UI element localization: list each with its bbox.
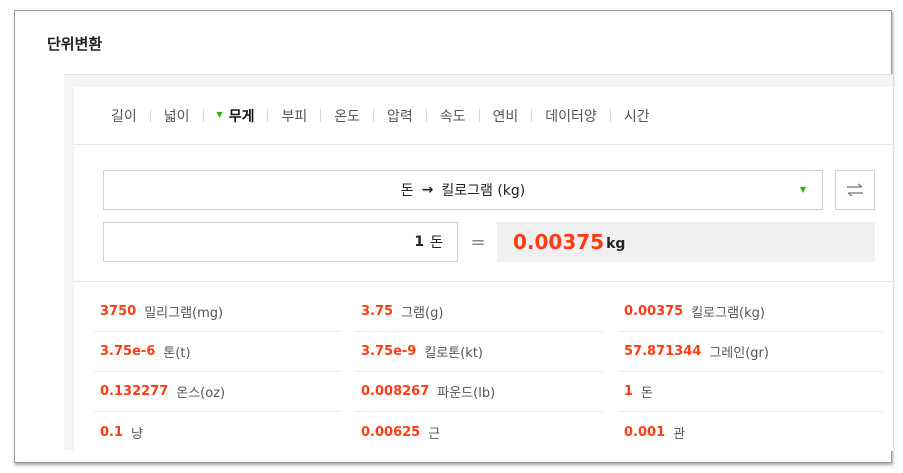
conversion-item: 0.00625 근 <box>361 424 441 442</box>
active-tab-marker-icon: ▼ <box>216 110 223 119</box>
amount-input[interactable]: 1 돈 <box>103 222 458 262</box>
converter-panel: 길이 넓이 ▼ 무게 부피 온도 압력 속도 연비 데이터양 시간 돈 → 킬로… <box>64 74 893 451</box>
conversion-item: 1돈 <box>618 372 883 412</box>
equals-sign: = <box>470 231 486 253</box>
amount-unit: 돈 <box>430 235 443 251</box>
tab-volume[interactable]: 부피 <box>268 106 320 126</box>
converter-window: 단위변환 길이 넓이 ▼ 무게 부피 온도 압력 속도 연비 데이터양 시간 돈… <box>14 10 893 463</box>
tab-temperature[interactable]: 온도 <box>321 106 373 126</box>
to-unit-label: 킬로그램 (kg) <box>441 183 526 199</box>
unit-pair-select[interactable]: 돈 → 킬로그램 (kg) ▼ <box>103 170 823 210</box>
tab-data-size[interactable]: 데이터양 <box>532 106 610 126</box>
tab-length[interactable]: 길이 <box>98 106 150 126</box>
conversion-item: 3.75 그램(g) <box>355 292 604 332</box>
conversion-item: 0.008267 파운드(lb) <box>355 372 604 412</box>
conversion-item: 3.75e-9 킬로톤(kt) <box>355 332 604 372</box>
conversion-item: 3.75e-6 톤(t) <box>94 332 341 372</box>
swap-units-button[interactable] <box>835 170 875 210</box>
conversion-table: 3750 밀리그램(mg) 3.75 그램(g) 0.00375 킬로그램(kg) 3… <box>94 292 883 452</box>
swap-icon <box>847 183 863 197</box>
tab-weight[interactable]: ▼ 무게 <box>204 106 268 126</box>
converter-card: 길이 넓이 ▼ 무게 부피 온도 압력 속도 연비 데이터양 시간 돈 → 킬로… <box>74 87 893 451</box>
result-unit: kg <box>606 236 626 252</box>
page-title: 단위변환 <box>47 35 103 53</box>
chevron-down-icon: ▼ <box>799 185 806 194</box>
unit-tabs: 길이 넓이 ▼ 무게 부피 온도 압력 속도 연비 데이터양 시간 <box>74 87 893 145</box>
conversion-item: 57.871344 그레인(gr) <box>618 332 883 372</box>
result-value: 0.00375 <box>513 230 605 254</box>
tab-time[interactable]: 시간 <box>611 106 663 126</box>
amount-value: 1 <box>414 234 425 250</box>
from-unit-label: 돈 <box>400 183 414 199</box>
tab-pressure[interactable]: 압력 <box>374 106 426 126</box>
tab-area[interactable]: 넓이 <box>151 106 203 126</box>
conversion-item: 0.1 냥 <box>100 424 143 442</box>
arrow-right-icon: → <box>421 182 434 198</box>
conversion-item: 0.00375 킬로그램(kg) <box>618 292 883 332</box>
conversion-item: 0.001 관 <box>624 424 686 442</box>
tab-fuel-efficiency[interactable]: 연비 <box>480 106 532 126</box>
conversion-item: 3750 밀리그램(mg) <box>94 292 341 332</box>
result-box: 0.00375 kg <box>497 222 875 262</box>
section-divider <box>74 281 893 282</box>
tab-speed[interactable]: 속도 <box>427 106 479 126</box>
conversion-item: 0.132277 온스(oz) <box>94 372 341 412</box>
